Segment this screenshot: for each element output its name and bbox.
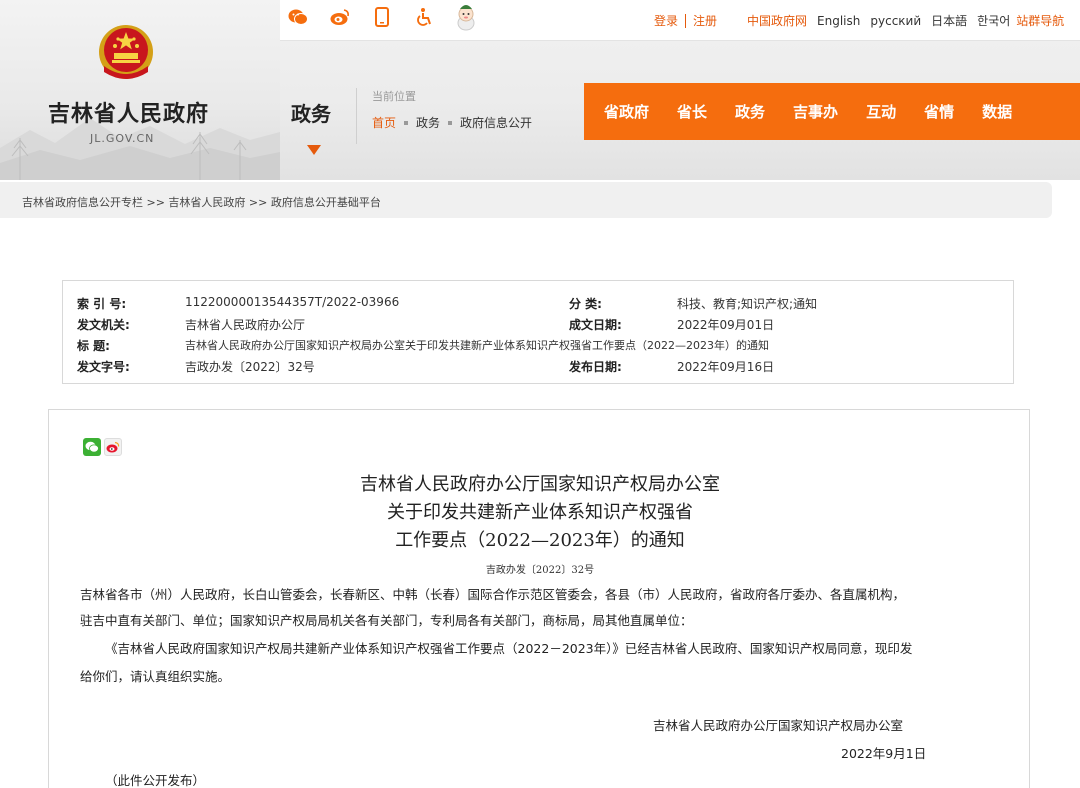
meta-row-title: 标 题: 吉林省人民政府办公厅国家知识产权局办公室关于印发共建新产业体系知识产权… [77,337,769,354]
accessibility-icon[interactable] [413,6,435,28]
section-name: 政务 [291,102,331,126]
breadcrumb: 吉林省政府信息公开专栏 >> 吉林省人民政府 >> 政府信息公开基础平台 [0,182,1052,218]
meta-title-label: 标 题: [77,339,110,353]
nav-item-province-gov[interactable]: 省政府 [604,101,649,122]
share-buttons [83,438,125,456]
meta-title-value: 吉林省人民政府办公厅国家知识产权局办公室关于印发共建新产业体系知识产权强省工作要… [185,339,769,352]
section-arrow-icon [307,145,321,155]
document-title-line-1: 吉林省人民政府办公厅国家知识产权局办公室 [360,474,720,495]
addressee-line-1: 吉林省各市（州）人民政府，长白山管委会，长春新区、中韩（长春）国际合作示范区管委… [80,587,906,602]
weibo-icon[interactable] [329,6,351,28]
document-signer: 吉林省人民政府办公厅国家知识产权局办公室 [653,718,904,733]
register-link[interactable]: 注册 [693,12,717,29]
header-divider [356,88,357,144]
document-sign-date: 2022年9月1日 [841,746,927,761]
wechat-share-icon[interactable] [83,438,101,456]
top-links: 登录 注册 中国政府网 English русский 日本語 한국어 站群导航 [654,12,1064,29]
publication-note: （此件公开发布） [105,773,206,788]
location-home-link[interactable]: 首页 [372,114,396,131]
russian-link[interactable]: русский [870,14,921,28]
english-link[interactable]: English [817,14,860,28]
nav-item-jishiban[interactable]: 吉事办 [793,101,838,122]
meta-row-issuer: 发文机关: 吉林省人民政府办公厅 [77,316,305,333]
location-politics-link[interactable]: 政务 [416,114,440,131]
nav-item-province-info[interactable]: 省情 [924,101,954,122]
korean-link[interactable]: 한국어 [977,12,1010,29]
bullet-icon [404,120,409,125]
document-number: 吉政办发〔2022〕32号 [485,565,595,576]
main-nav: 省政府 省长 政务 吉事办 互动 省情 数据 [584,83,1080,140]
meta-date-written-value: 2022年09月01日 [677,318,775,332]
meta-index-value: 11220000013544357T/2022-03966 [185,295,400,309]
link-divider [685,13,687,28]
nav-item-interaction[interactable]: 互动 [866,101,896,122]
mascot-icon[interactable] [455,5,477,31]
nav-item-data[interactable]: 数据 [982,101,1012,122]
mobile-icon[interactable] [371,6,393,28]
weibo-share-icon[interactable] [104,438,122,456]
top-icon-group [287,5,497,31]
meta-date-written-label: 成文日期: [569,318,622,332]
meta-doc-no-value: 吉政办发〔2022〕32号 [185,360,315,374]
site-header: 吉林省人民政府 JL.GOV.CN 政务 当前位置 首页 政务 政府信息公开 省… [0,0,1080,180]
gov-cn-link[interactable]: 中国政府网 [747,12,807,29]
document-meta: 索 引 号: 11220000013544357T/2022-03966 分 类… [62,280,1014,384]
location-label: 当前位置 [372,90,416,103]
meta-issuer-label: 发文机关: [77,318,130,332]
nav-item-governor[interactable]: 省长 [677,101,707,122]
meta-index-label: 索 引 号: [77,297,127,311]
bullet-icon [448,120,453,125]
japanese-link[interactable]: 日本語 [931,12,967,29]
location-breadcrumb: 首页 政务 政府信息公开 [372,114,532,131]
site-name[interactable]: 吉林省人民政府 [48,96,209,128]
meta-category-value: 科技、教育;知识产权;通知 [677,297,818,311]
national-emblem-icon [99,25,153,79]
wechat-icon[interactable] [287,6,309,28]
body-line-2: 给你们，请认真组织实施。 [80,669,231,684]
top-bar-divider [280,40,1080,41]
login-link[interactable]: 登录 [654,12,678,29]
document-title-line-3: 工作要点（2022—2023年）的通知 [395,530,685,551]
breadcrumb-text[interactable]: 吉林省政府信息公开专栏 >> 吉林省人民政府 >> 政府信息公开基础平台 [22,194,381,210]
site-domain: JL.GOV.CN [90,132,155,145]
meta-category-label: 分 类: [569,297,602,311]
location-info-link[interactable]: 政府信息公开 [460,114,532,131]
meta-doc-no-label: 发文字号: [77,360,130,374]
document-title-line-2: 关于印发共建新产业体系知识产权强省 [387,502,693,523]
site-nav-link[interactable]: 站群导航 [1016,12,1064,29]
meta-row-docno: 发文字号: 吉政办发〔2022〕32号 [77,358,315,375]
meta-row-index: 索 引 号: 11220000013544357T/2022-03966 [77,295,399,312]
nav-item-affairs[interactable]: 政务 [735,101,765,122]
meta-published-value: 2022年09月16日 [677,360,775,374]
body-line-1: 《吉林省人民政府国家知识产权局共建新产业体系知识产权强省工作要点（2022－20… [105,641,913,656]
meta-issuer-value: 吉林省人民政府办公厅 [185,318,306,332]
meta-published-label: 发布日期: [569,360,622,374]
addressee-line-2: 驻吉中直有关部门、单位；国家知识产权局局机关各有关部门，专利局各有关部门，商标局… [80,613,693,628]
document-content: 吉林省人民政府办公厅国家知识产权局办公室 关于印发共建新产业体系知识产权强省 工… [48,409,1030,788]
